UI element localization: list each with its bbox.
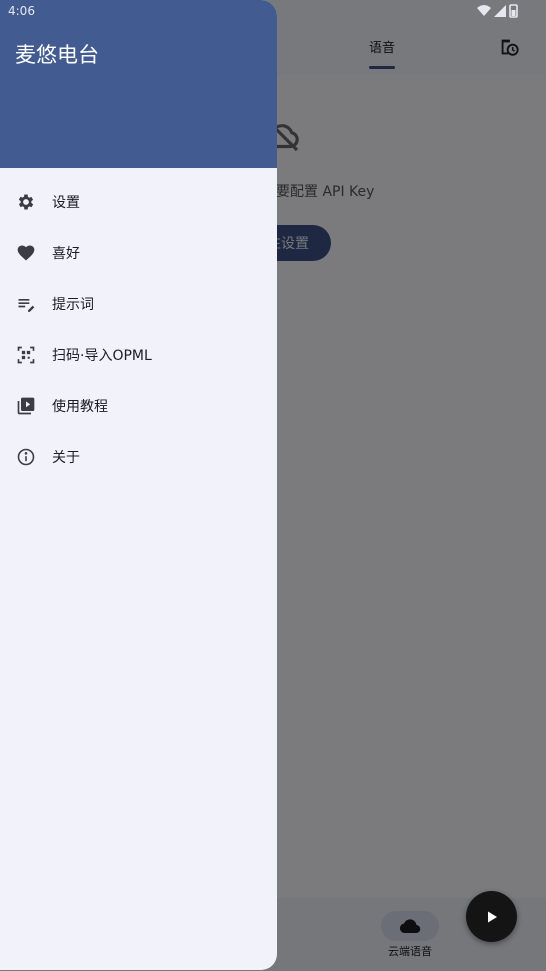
menu-item-about[interactable]: 关于 xyxy=(0,431,277,482)
menu-item-tutorial[interactable]: 使用教程 xyxy=(0,380,277,431)
play-icon xyxy=(487,911,497,922)
menu-label-prompts: 提示词 xyxy=(52,296,94,313)
navigation-drawer: 麦悠电台 设置 喜好 提示词 扫码·导入OPML 使用教程 关于 xyxy=(0,0,277,970)
app-title: 麦悠电台 xyxy=(15,43,99,67)
gear-icon xyxy=(15,191,37,213)
menu-item-favorites[interactable]: 喜好 xyxy=(0,227,277,278)
menu-label-settings: 设置 xyxy=(52,194,80,211)
heart-icon xyxy=(15,242,37,264)
menu-label-favorites: 喜好 xyxy=(52,245,80,262)
info-icon xyxy=(15,446,37,468)
menu-item-prompts[interactable]: 提示词 xyxy=(0,278,277,329)
drawer-header: 麦悠电台 xyxy=(0,0,277,168)
menu-label-tutorial: 使用教程 xyxy=(52,398,108,415)
status-bar: 4:06 xyxy=(0,0,546,24)
menu-label-about: 关于 xyxy=(52,449,80,466)
play-button[interactable] xyxy=(466,891,517,942)
signal-icon xyxy=(494,5,506,17)
status-time: 4:06 xyxy=(8,4,35,18)
drawer-menu: 设置 喜好 提示词 扫码·导入OPML 使用教程 关于 xyxy=(0,176,277,482)
video-library-icon xyxy=(15,395,37,417)
status-icons xyxy=(477,4,518,18)
edit-list-icon xyxy=(15,293,37,315)
qr-scan-icon xyxy=(15,344,37,366)
menu-label-scan-import-opml: 扫码·导入OPML xyxy=(52,347,152,364)
wifi-icon xyxy=(477,5,491,16)
menu-item-scan-import-opml[interactable]: 扫码·导入OPML xyxy=(0,329,277,380)
menu-item-settings[interactable]: 设置 xyxy=(0,176,277,227)
